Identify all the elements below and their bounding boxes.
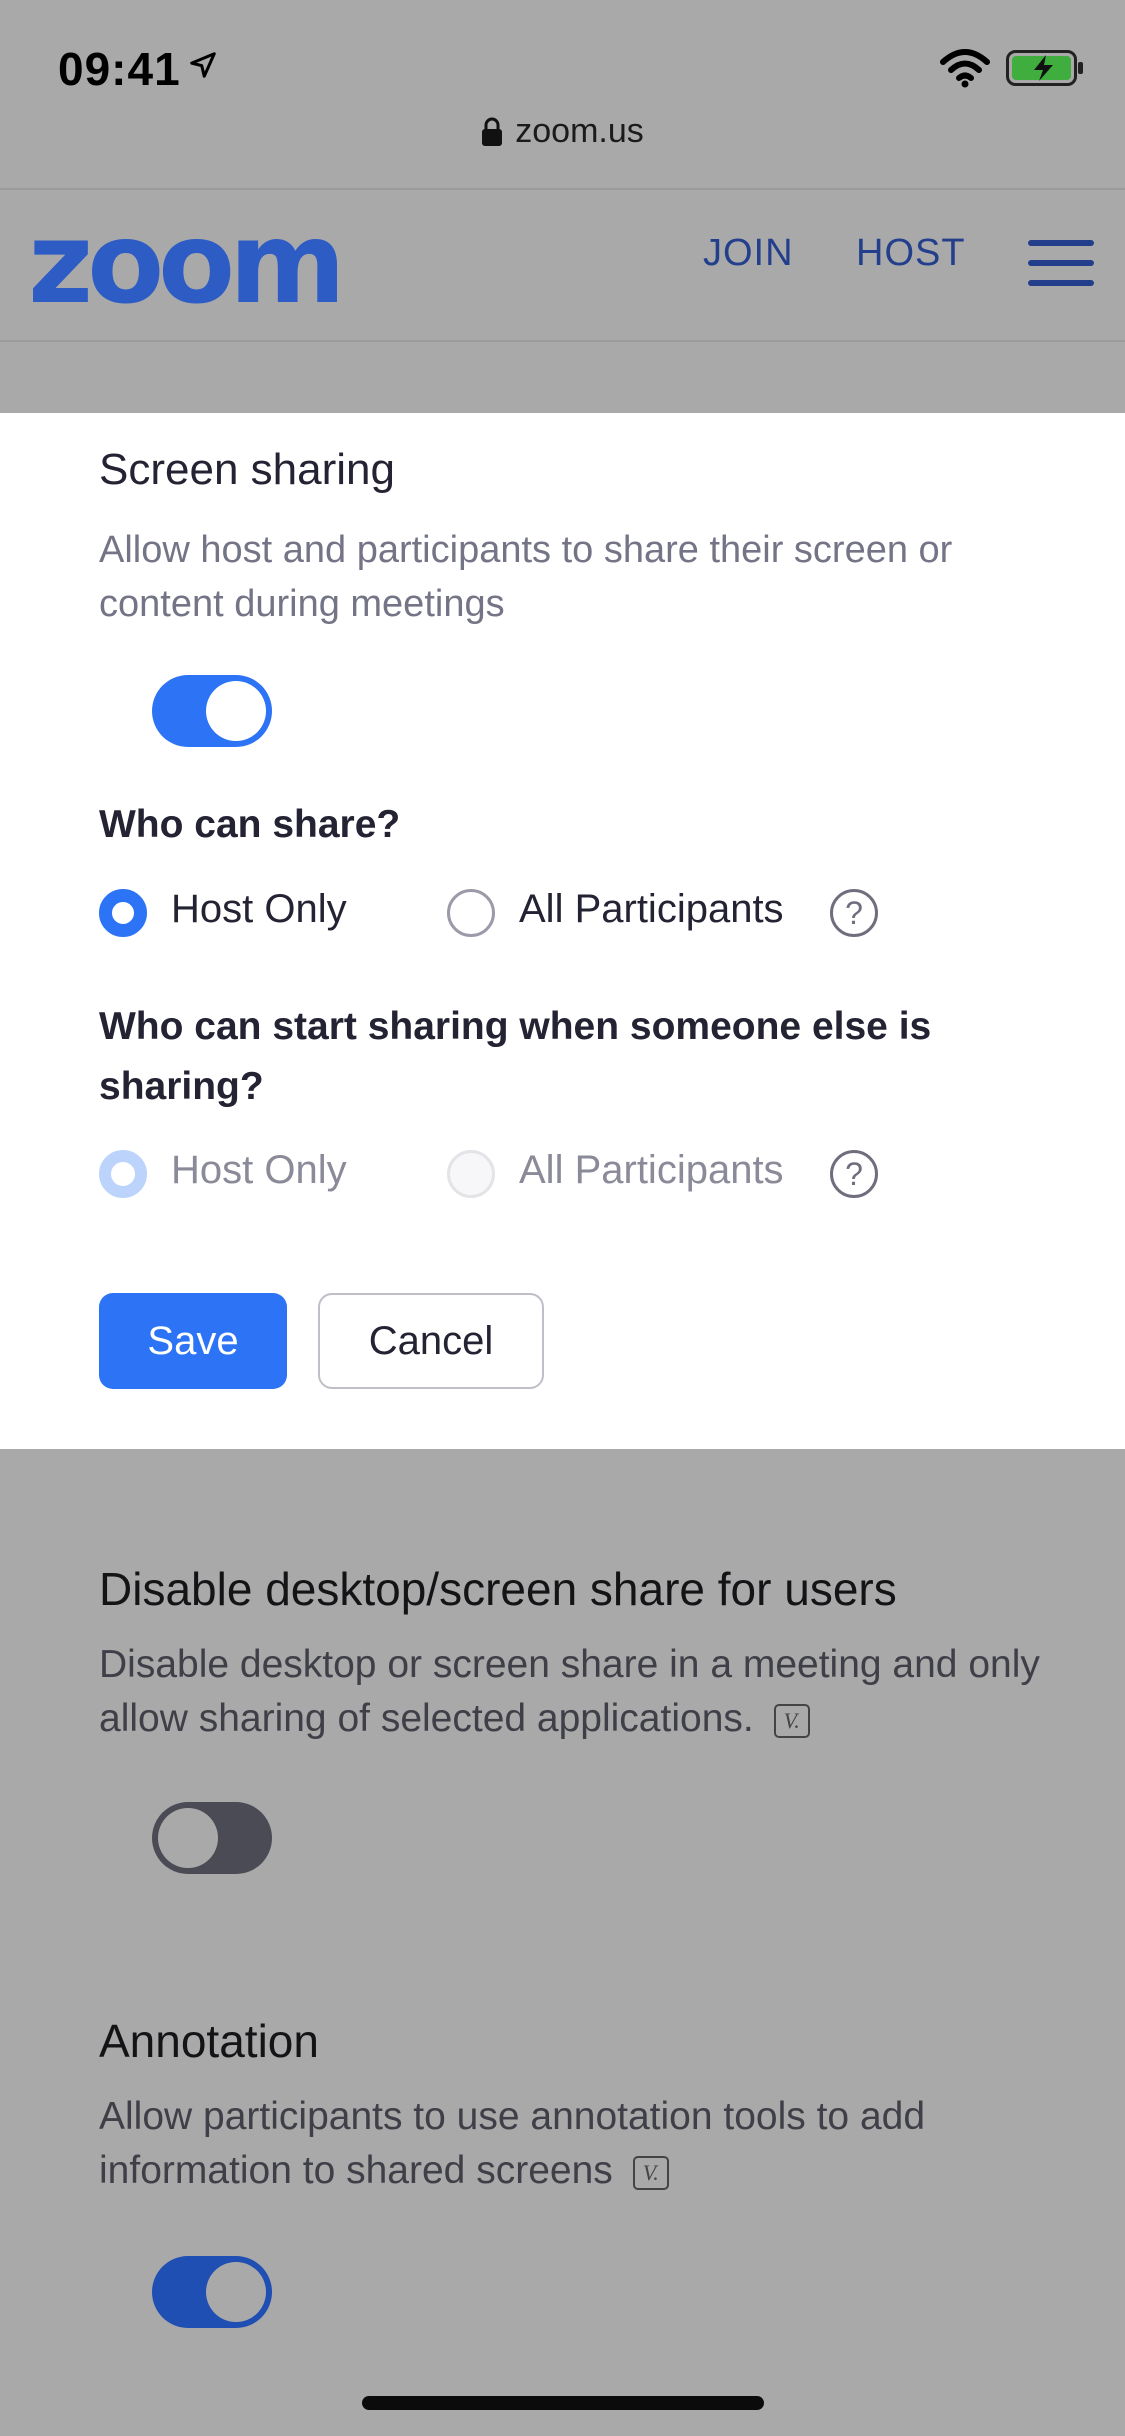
disable-desktop-share-text: Disable desktop or screen share in a mee… — [99, 1643, 1040, 1740]
version-badge-icon: V. — [773, 1703, 810, 1738]
url-text: zoom.us — [515, 112, 644, 150]
annotation-description: Allow participants to use annotation too… — [99, 2090, 1049, 2198]
who-can-start-sharing-label: Who can start sharing when someone else … — [99, 1005, 932, 1108]
site-header: zoom JOIN HOST — [0, 190, 1125, 340]
radio-label-all-participants-disabled[interactable]: All Participants — [519, 1148, 784, 1193]
disable-desktop-share-description: Disable desktop or screen share in a mee… — [99, 1638, 1049, 1746]
disable-desktop-share-title: Disable desktop/screen share for users — [99, 1563, 897, 1615]
screen-sharing-card: Screen sharing Allow host and participan… — [0, 413, 1125, 1449]
lock-icon — [482, 117, 503, 146]
toggle-knob — [206, 2262, 266, 2322]
disable-desktop-share-toggle[interactable] — [152, 1802, 272, 1874]
radio-host-only[interactable] — [99, 889, 147, 937]
radio-all-participants-disabled[interactable] — [447, 1150, 495, 1198]
radio-all-participants[interactable] — [447, 889, 495, 937]
radio-label-all-participants[interactable]: All Participants — [519, 887, 784, 932]
battery-charging-icon — [1006, 50, 1083, 86]
toggle-knob — [158, 1808, 218, 1868]
version-badge-icon: V. — [632, 2155, 669, 2190]
address-bar[interactable]: zoom.us — [0, 112, 1125, 172]
toggle-knob — [206, 681, 266, 741]
radio-label-host-only[interactable]: Host Only — [171, 887, 347, 932]
save-button[interactable]: Save — [99, 1293, 287, 1389]
annotation-toggle[interactable] — [152, 2256, 272, 2328]
zoom-logo[interactable]: zoom — [28, 210, 368, 320]
radio-host-only-disabled[interactable] — [99, 1150, 147, 1198]
cancel-button[interactable]: Cancel — [318, 1293, 544, 1389]
help-question-icon[interactable]: ? — [830, 889, 878, 937]
nav-join-link[interactable]: JOIN — [703, 232, 794, 275]
header-divider — [0, 340, 1125, 342]
home-indicator[interactable] — [362, 2396, 764, 2410]
nav-host-link[interactable]: HOST — [856, 232, 966, 275]
who-can-share-options: Host Only All Participants ? — [99, 883, 1099, 943]
annotation-title: Annotation — [99, 2015, 319, 2067]
who-can-start-sharing-options: Host Only All Participants ? — [99, 1144, 1099, 1204]
location-arrow-icon — [190, 52, 216, 78]
status-time: 09:41 — [58, 43, 181, 95]
screen-sharing-toggle[interactable] — [152, 675, 272, 747]
svg-text:zoom: zoom — [28, 210, 340, 320]
annotation-text: Allow participants to use annotation too… — [99, 2095, 926, 2192]
screen-sharing-title: Screen sharing — [99, 445, 395, 494]
wifi-icon — [940, 49, 990, 88]
status-bar: 09:41 — [0, 0, 1125, 120]
hamburger-menu-icon[interactable] — [1028, 240, 1094, 288]
radio-label-host-only-disabled[interactable]: Host Only — [171, 1148, 347, 1193]
who-can-share-label: Who can share? — [99, 803, 401, 846]
help-question-icon[interactable]: ? — [830, 1150, 878, 1198]
screen-sharing-description: Allow host and participants to share the… — [99, 529, 953, 625]
